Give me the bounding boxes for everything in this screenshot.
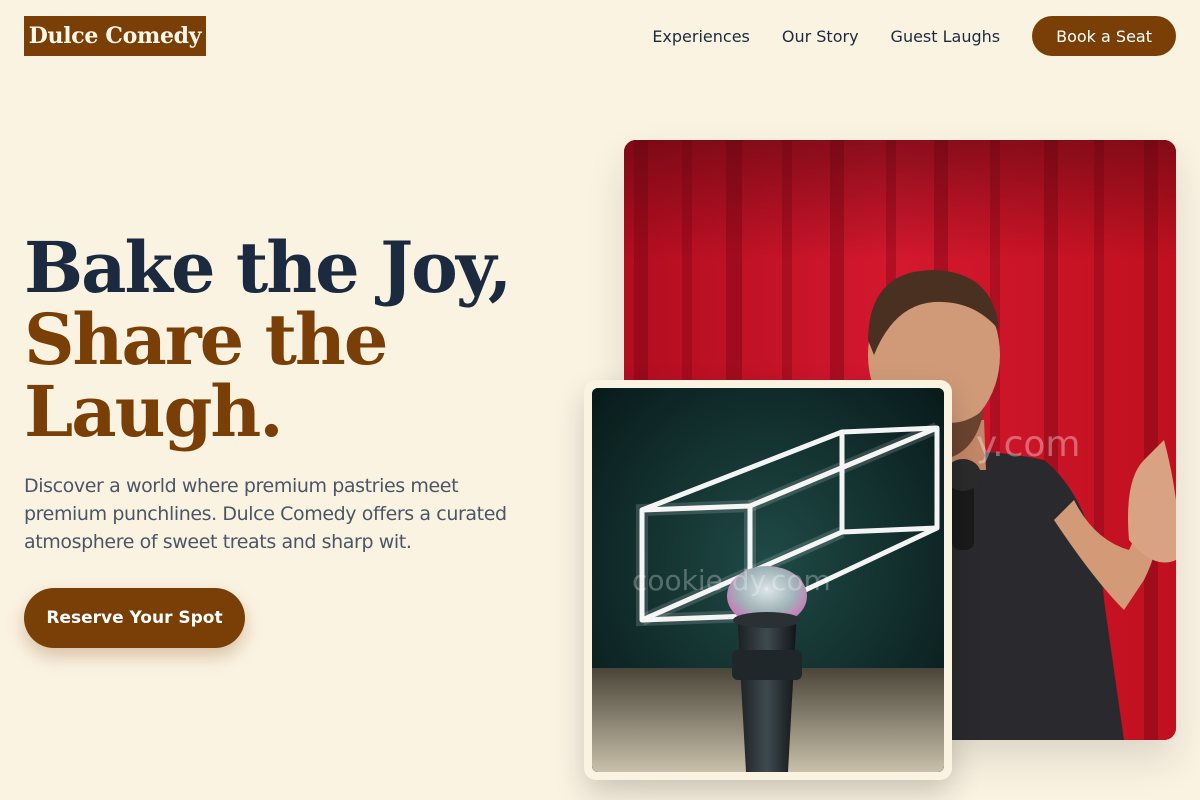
nav-link-guest-laughs[interactable]: Guest Laughs [891, 27, 1001, 46]
headline-line-1: Bake the Joy, [24, 226, 512, 309]
book-a-seat-button[interactable]: Book a Seat [1032, 16, 1176, 56]
small-image-watermark: cookie dy.com [632, 564, 831, 597]
microphone-photo: cookie dy.com [592, 388, 944, 772]
hero-description: Discover a world where premium pastries … [24, 475, 507, 553]
reserve-your-spot-button[interactable]: Reserve Your Spot [24, 588, 245, 648]
headline-line-2: Share the [24, 298, 388, 381]
nav-link-experiences[interactable]: Experiences [652, 27, 750, 46]
main-image-watermark: y.com [976, 424, 1081, 465]
hero-headline: Bake the Joy, Share the Laugh. [24, 232, 564, 448]
headline-line-3: Laugh. [24, 370, 284, 453]
microphone-photo-card: cookie dy.com [584, 380, 952, 780]
brand-logo[interactable]: Dulce Comedy [24, 16, 206, 56]
main-nav: Experiences Our Story Guest Laughs Book … [652, 16, 1176, 56]
nav-link-our-story[interactable]: Our Story [782, 27, 859, 46]
